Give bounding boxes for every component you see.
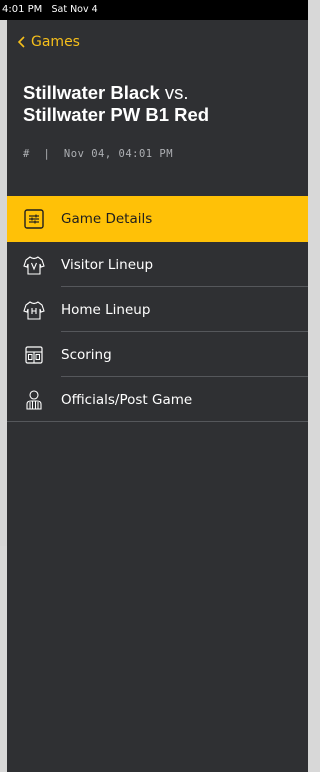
menu-item-label: Home Lineup bbox=[61, 301, 151, 318]
game-meta: # | Nov 04, 04:01 PM bbox=[23, 148, 174, 160]
background-strip bbox=[0, 20, 7, 546]
chevron-left-icon bbox=[17, 36, 25, 48]
sliders-icon bbox=[24, 209, 44, 229]
home-team-name: Stillwater Black bbox=[23, 82, 160, 103]
menu-item-game-details[interactable]: Game Details bbox=[7, 196, 308, 242]
menu-item-label: Game Details bbox=[61, 211, 153, 227]
away-team-name: Stillwater PW B1 Red bbox=[23, 104, 210, 125]
back-label: Games bbox=[31, 34, 80, 50]
menu-item-home-lineup[interactable]: Home Lineup bbox=[7, 287, 308, 332]
vs-label: vs. bbox=[164, 82, 189, 103]
game-menu-panel: Games Stillwater Black vs. Stillwater PW… bbox=[7, 20, 308, 772]
menu-item-label: Officials/Post Game bbox=[61, 391, 193, 408]
game-title: Stillwater Black vs. Stillwater PW B1 Re… bbox=[23, 82, 303, 126]
menu-item-label: Scoring bbox=[61, 346, 112, 363]
menu-item-officials-post-game[interactable]: Officials/Post Game bbox=[7, 377, 308, 422]
back-button[interactable]: Games bbox=[17, 34, 80, 50]
menu-item-visitor-lineup[interactable]: Visitor Lineup bbox=[7, 242, 308, 287]
jersey-v-icon bbox=[23, 255, 45, 275]
menu-item-scoring[interactable]: Scoring bbox=[7, 332, 308, 377]
jersey-h-icon bbox=[23, 300, 45, 320]
status-time: 4:01 PM bbox=[2, 4, 43, 15]
status-date: Sat Nov 4 bbox=[51, 4, 98, 15]
menu-item-label: Visitor Lineup bbox=[61, 256, 154, 273]
game-menu: Game Details Visitor Lineup Home Lineup bbox=[7, 196, 308, 422]
status-bar: 4:01 PM Sat Nov 4 bbox=[0, 0, 308, 20]
referee-icon bbox=[26, 389, 42, 410]
scoreboard-icon bbox=[25, 345, 43, 364]
